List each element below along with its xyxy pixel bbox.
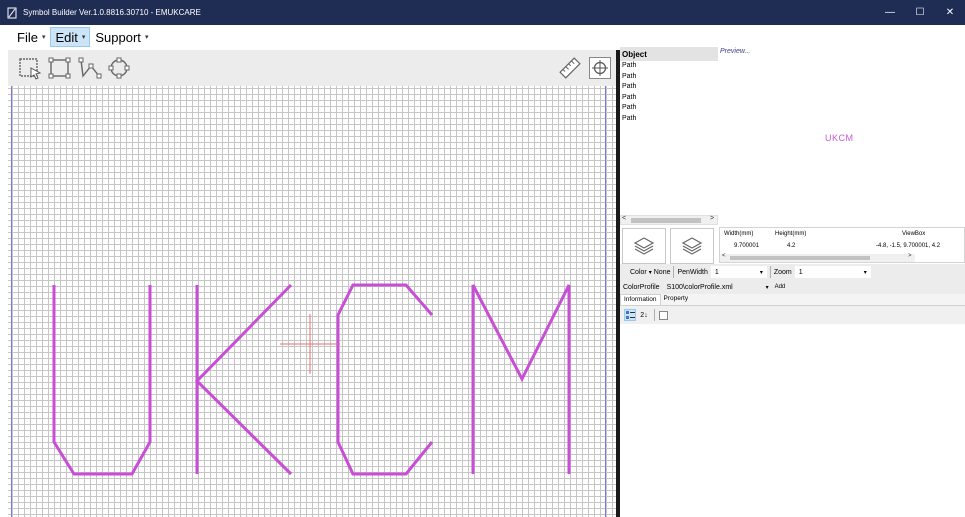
color-profile-value: S100\colorProfile.xml	[666, 283, 733, 291]
list-item[interactable]: Path	[620, 72, 718, 83]
caret-down-icon: ▾	[41, 34, 46, 41]
chevron-down-icon: ▾	[765, 284, 769, 291]
minimize-icon: —	[885, 7, 895, 18]
menu-bar: File ▾ Edit ▾ Support ▾	[0, 25, 965, 49]
divider	[654, 309, 655, 321]
app-window: Symbol Builder Ver.1.0.8816.30710 - EMUK…	[0, 0, 965, 517]
menu-file-label: File	[17, 29, 38, 45]
origin-crosshair	[280, 314, 340, 374]
scroll-left-icon[interactable]: <	[622, 215, 626, 222]
penwidth-label: PenWidth	[677, 268, 708, 276]
viewbox-value: -4.8, -1.5, 9.700001, 4.2	[876, 243, 941, 249]
scroll-right-icon[interactable]: >	[710, 215, 714, 222]
color-profile-select[interactable]: S100\colorProfile.xml ▾	[662, 281, 773, 293]
preview-symbol: UKCM	[825, 133, 854, 143]
polyline-tool-icon[interactable]	[78, 56, 102, 80]
list-item[interactable]: Path	[620, 103, 718, 114]
object-list-header: Object	[620, 47, 718, 61]
list-item[interactable]: Path	[620, 114, 718, 125]
categorized-sort-icon[interactable]	[624, 309, 636, 321]
menu-support[interactable]: Support ▾	[91, 27, 152, 47]
caret-down-icon: ▾	[144, 34, 149, 41]
layers-icon	[681, 237, 703, 255]
menu-edit-label: Edit	[55, 29, 78, 45]
list-item[interactable]: Path	[620, 82, 718, 93]
symbol-drawing[interactable]	[8, 86, 616, 517]
letter-c-path	[336, 283, 434, 476]
circle-tool-icon[interactable]	[107, 56, 131, 80]
viewbox-header: ViewBox	[902, 231, 926, 237]
property-grid-toolbar: 2↓	[620, 306, 965, 324]
zoom-select[interactable]: 1 ▾	[794, 266, 871, 278]
height-header: Height(mm)	[775, 231, 807, 237]
object-list: Object Path Path Path Path Path Path	[620, 47, 718, 213]
dimensions-grid: Width(mm) Height(mm) ViewBox 9.700001 4.…	[719, 227, 965, 263]
letter-u-path	[52, 285, 152, 476]
color-profile-row: ColorProfile S100\colorProfile.xml ▾ Add	[620, 280, 965, 294]
penwidth-value: 1	[714, 268, 719, 276]
preview-label: Preview...	[720, 48, 751, 55]
title-bar: Symbol Builder Ver.1.0.8816.30710 - EMUK…	[0, 0, 965, 25]
maximize-button[interactable]: ☐	[905, 0, 935, 25]
close-icon: ✕	[945, 7, 955, 18]
property-pages-icon[interactable]	[657, 309, 669, 321]
letter-k-arms-path	[194, 283, 293, 476]
tab-property[interactable]: Property	[661, 294, 692, 305]
alphabetical-sort-icon[interactable]: 2↓	[638, 309, 650, 321]
scrollbar-thumb[interactable]	[730, 256, 870, 260]
color-label: Color	[630, 268, 647, 276]
color-dropdown[interactable]: Color ▾ None	[620, 265, 673, 279]
width-value: 9.700001	[734, 243, 760, 249]
caret-down-icon: ▾	[648, 269, 652, 276]
menu-support-label: Support	[95, 29, 141, 45]
layers-icon	[633, 237, 655, 255]
rectangle-tool-icon[interactable]	[48, 56, 72, 80]
window-title: Symbol Builder Ver.1.0.8816.30710 - EMUK…	[23, 8, 201, 17]
scrollbar-thumb[interactable]	[631, 218, 701, 223]
chevron-down-icon: ▾	[863, 269, 867, 276]
maximize-icon: ☐	[915, 7, 925, 18]
crosshair-icon[interactable]	[589, 57, 611, 79]
ruler-icon[interactable]	[558, 56, 582, 80]
height-value: 4.2	[787, 243, 796, 249]
color-value: None	[653, 268, 671, 276]
app-icon	[7, 7, 17, 18]
caret-down-icon: ▾	[81, 34, 86, 41]
color-profile-label: ColorProfile	[623, 283, 660, 291]
list-item[interactable]: Path	[620, 61, 718, 72]
style-toolbar: Color ▾ None PenWidth 1 ▾ Zoom 1 ▾	[620, 264, 965, 280]
chevron-down-icon: ▾	[759, 269, 763, 276]
object-list-scrollbar[interactable]: < >	[620, 215, 718, 225]
tab-information[interactable]: Information	[620, 294, 661, 305]
letter-m-path	[471, 284, 571, 474]
drawing-canvas-area	[8, 50, 616, 517]
layer-up-button[interactable]	[670, 228, 714, 264]
minimize-button[interactable]: —	[875, 0, 905, 25]
width-header: Width(mm)	[724, 231, 754, 237]
right-panel: Object Path Path Path Path Path Path Pre…	[620, 47, 965, 517]
dimensions-scrollbar[interactable]: < >	[720, 253, 915, 262]
property-tabs: Information Property	[620, 294, 965, 306]
layer-down-button[interactable]	[622, 228, 666, 264]
drawing-toolbar	[8, 50, 616, 86]
zoom-value: 1	[798, 268, 803, 276]
penwidth-select[interactable]: 1 ▾	[710, 266, 767, 278]
menu-edit[interactable]: Edit ▾	[50, 27, 91, 47]
list-item[interactable]: Path	[620, 93, 718, 104]
add-profile-button[interactable]: Add	[775, 284, 786, 290]
window-controls: — ☐ ✕	[875, 0, 965, 25]
scroll-left-icon[interactable]: <	[722, 253, 726, 259]
menu-file[interactable]: File ▾	[13, 27, 49, 47]
select-tool-icon[interactable]	[18, 56, 42, 80]
zoom-label: Zoom	[773, 268, 792, 276]
scroll-right-icon[interactable]: >	[908, 253, 912, 259]
close-button[interactable]: ✕	[935, 0, 965, 25]
